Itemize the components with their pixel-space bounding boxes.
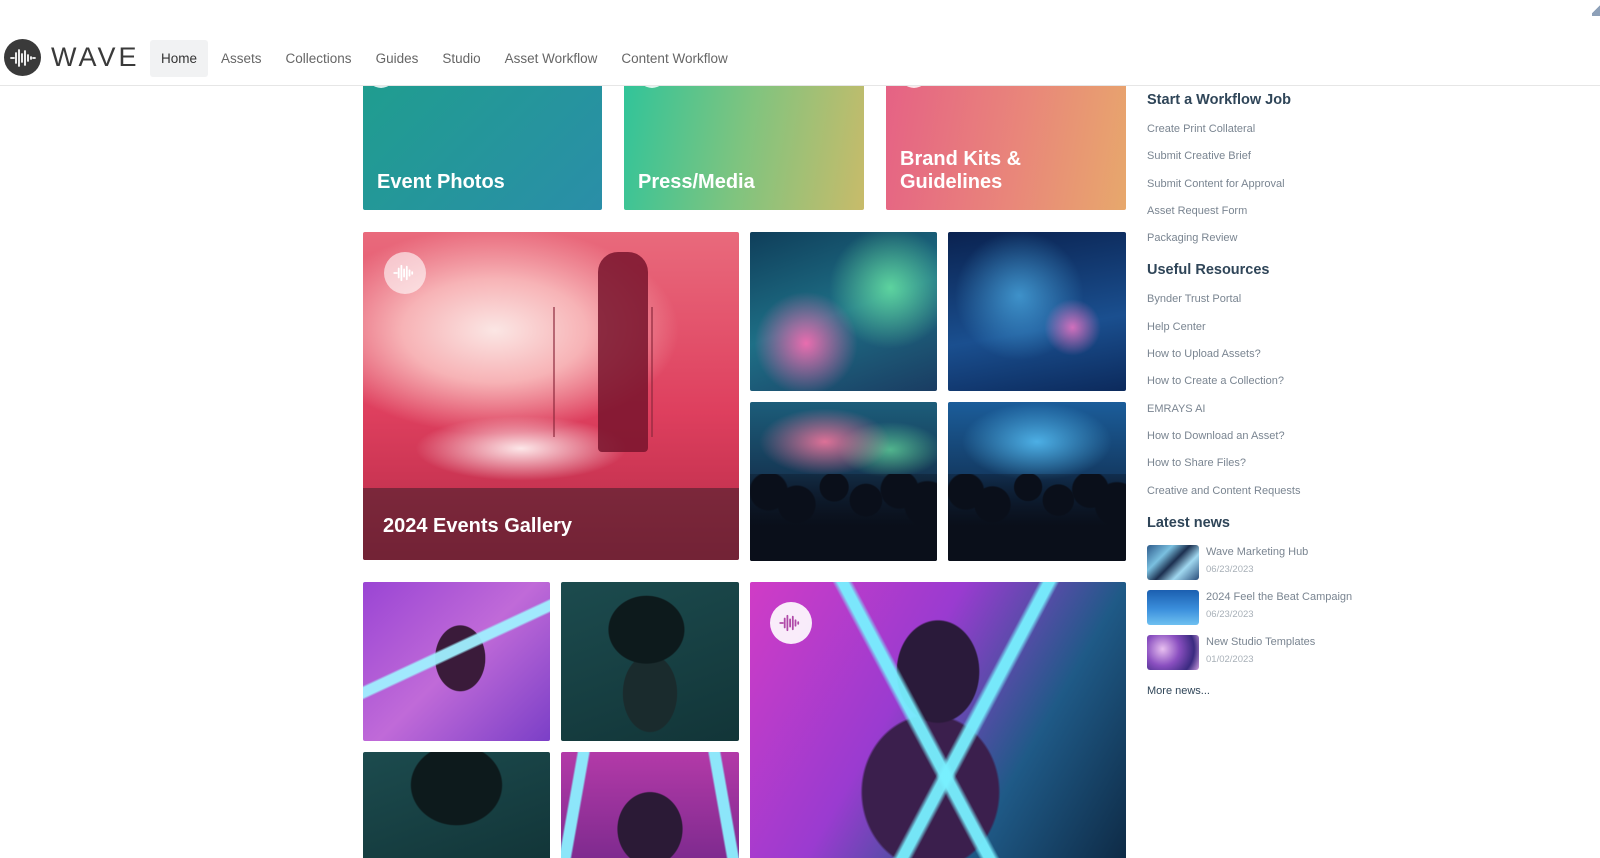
resource-link[interactable]: Creative and Content Requests bbox=[1147, 484, 1407, 511]
tile-event-photos[interactable]: Event Photos bbox=[363, 86, 602, 210]
workflow-link[interactable]: Submit Content for Approval bbox=[1147, 177, 1407, 204]
workflow-link[interactable]: Packaging Review bbox=[1147, 231, 1407, 258]
news-date: 01/02/2023 bbox=[1206, 653, 1254, 665]
workflow-link[interactable]: Asset Request Form bbox=[1147, 204, 1407, 231]
nav-asset-workflow[interactable]: Asset Workflow bbox=[494, 40, 609, 77]
news-thumbnail bbox=[1147, 634, 1199, 670]
nav-home[interactable]: Home bbox=[150, 40, 209, 77]
news-thumbnail bbox=[1147, 544, 1199, 580]
concert-photo[interactable] bbox=[750, 232, 937, 391]
resource-link[interactable]: Help Center bbox=[1147, 320, 1407, 347]
portrait-photo[interactable] bbox=[561, 582, 739, 741]
wave-logo[interactable]: WAVE bbox=[4, 39, 140, 76]
workflow-link[interactable]: Create Print Collateral bbox=[1147, 122, 1407, 149]
tile-label-press-media: Press/Media bbox=[638, 171, 755, 193]
wave-badge-icon bbox=[367, 86, 395, 88]
tile-brand-kits[interactable]: Brand Kits & Guidelines bbox=[886, 86, 1126, 210]
workflow-link[interactable]: Submit Creative Brief bbox=[1147, 149, 1407, 176]
home-tile-grid: Event Photos Press/Media Brand Kits & Gu… bbox=[363, 86, 1127, 858]
concert-photo[interactable] bbox=[948, 402, 1126, 561]
wave-logo-icon bbox=[4, 39, 41, 76]
tile-label-brand-kits: Brand Kits & Guidelines bbox=[900, 148, 1022, 193]
news-section: Latest news Wave Marketing Hub 06/23/202… bbox=[1147, 515, 1407, 697]
news-item[interactable]: 2024 Feel the Beat Campaign 06/23/2023 bbox=[1147, 589, 1407, 635]
corner-decoration bbox=[1592, 0, 1600, 16]
wave-badge-icon bbox=[770, 602, 812, 644]
resources-section: Useful Resources Bynder Trust Portal Hel… bbox=[1147, 262, 1407, 510]
resources-heading: Useful Resources bbox=[1147, 262, 1270, 279]
more-news-link[interactable]: More news... bbox=[1147, 685, 1407, 697]
featured-neon-photo[interactable] bbox=[750, 582, 1126, 858]
nav-content-workflow[interactable]: Content Workflow bbox=[610, 40, 738, 77]
top-navigation-bar: WAVE Home Assets Collections Guides Stud… bbox=[0, 0, 1600, 86]
workflow-section: Start a Workflow Job Create Print Collat… bbox=[1147, 92, 1407, 258]
news-item[interactable]: New Studio Templates 01/02/2023 bbox=[1147, 634, 1407, 680]
nav-assets[interactable]: Assets bbox=[210, 40, 273, 77]
workflow-heading: Start a Workflow Job bbox=[1147, 92, 1291, 108]
resource-link[interactable]: How to Create a Collection? bbox=[1147, 374, 1407, 401]
nav-collections[interactable]: Collections bbox=[275, 40, 363, 77]
wave-badge-icon bbox=[384, 252, 426, 294]
news-title: 2024 Feel the Beat Campaign bbox=[1206, 590, 1353, 603]
news-title: Wave Marketing Hub bbox=[1206, 545, 1309, 558]
main-nav: Home Assets Collections Guides Studio As… bbox=[150, 40, 741, 77]
resource-link[interactable]: How to Share Files? bbox=[1147, 456, 1407, 483]
news-item[interactable]: Wave Marketing Hub 06/23/2023 bbox=[1147, 544, 1407, 590]
logo-text: WAVE bbox=[51, 42, 140, 72]
portrait-photo[interactable] bbox=[363, 582, 550, 741]
wave-badge-icon bbox=[638, 86, 666, 88]
crowd-silhouette bbox=[948, 473, 1126, 561]
gallery-photo-figure bbox=[598, 252, 648, 452]
crowd-silhouette bbox=[750, 473, 937, 561]
news-date: 06/23/2023 bbox=[1206, 608, 1254, 620]
nav-guides[interactable]: Guides bbox=[365, 40, 430, 77]
portrait-photo[interactable] bbox=[363, 752, 550, 858]
tile-events-gallery[interactable]: 2024 Events Gallery bbox=[363, 232, 739, 560]
news-thumbnail bbox=[1147, 589, 1199, 625]
resource-link[interactable]: How to Download an Asset? bbox=[1147, 429, 1407, 456]
nav-studio[interactable]: Studio bbox=[431, 40, 491, 77]
news-date: 06/23/2023 bbox=[1206, 563, 1254, 575]
news-title: New Studio Templates bbox=[1206, 635, 1316, 648]
tile-label-event-photos: Event Photos bbox=[377, 171, 505, 193]
right-sidebar: Start a Workflow Job Create Print Collat… bbox=[1147, 92, 1407, 699]
concert-photo[interactable] bbox=[948, 232, 1126, 391]
resource-link[interactable]: EMRAYS AI bbox=[1147, 402, 1407, 429]
portrait-photo[interactable] bbox=[561, 752, 739, 858]
wave-badge-icon bbox=[900, 86, 928, 88]
tile-label-events-gallery: 2024 Events Gallery bbox=[383, 515, 573, 537]
news-heading: Latest news bbox=[1147, 514, 1230, 531]
concert-photo[interactable] bbox=[750, 402, 937, 561]
resource-link[interactable]: Bynder Trust Portal bbox=[1147, 292, 1407, 319]
tile-press-media[interactable]: Press/Media bbox=[624, 86, 864, 210]
resource-link[interactable]: How to Upload Assets? bbox=[1147, 347, 1407, 374]
